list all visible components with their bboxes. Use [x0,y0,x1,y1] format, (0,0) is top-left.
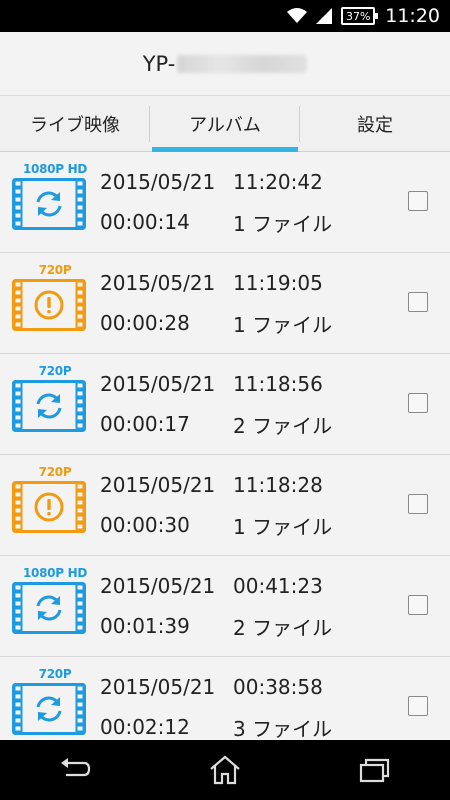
resolution-badge: 720P [38,465,72,479]
tab-live-video[interactable]: ライブ映像 [0,96,150,151]
app-content: YP- ライブ映像 アルバム 設定 1080P HD 2015/05/21 11… [0,32,450,758]
resolution-badge: 720P [38,667,72,681]
video-file-count: 3 ファイル [233,716,333,741]
video-thumbnail: 720P [10,465,100,545]
page-title: YP- [0,32,450,96]
tab-label: 設定 [357,114,393,136]
tab-bar: ライブ映像 アルバム 設定 [0,96,450,152]
video-file-count: 1 ファイル [233,211,333,236]
video-duration: 00:00:28 [100,311,190,335]
recent-apps-button[interactable] [345,745,405,795]
video-thumbnail: 1080P HD [10,162,100,242]
film-icon [12,683,86,735]
film-icon [12,178,86,230]
video-duration: 00:02:12 [100,715,190,739]
battery-icon: 37% [341,7,379,25]
video-list-item[interactable]: 720P 2015/05/21 11:18:28 00:00:30 1 ファイル [0,455,450,556]
home-button[interactable] [195,745,255,795]
video-file-count: 1 ファイル [233,312,333,337]
video-duration: 00:00:17 [100,412,190,436]
video-time: 11:18:56 [233,372,323,396]
video-list-item[interactable]: 1080P HD 2015/05/21 11:20:42 00:00:14 1 … [0,152,450,253]
tab-label: ライブ映像 [30,114,120,136]
navigation-bar [0,740,450,800]
select-checkbox[interactable] [408,494,428,514]
recent-apps-icon [359,758,390,783]
back-icon [61,758,91,777]
film-icon [12,582,86,634]
video-date: 2015/05/21 [100,271,216,295]
video-date: 2015/05/21 [100,473,216,497]
video-info: 2015/05/21 11:18:28 00:00:30 1 ファイル [100,465,393,545]
back-button[interactable] [45,745,105,795]
battery-level: 37% [346,9,371,23]
select-checkbox[interactable] [408,292,428,312]
video-thumbnail: 720P [10,667,100,747]
video-time: 11:20:42 [233,170,323,194]
video-date: 2015/05/21 [100,170,216,194]
video-info: 2015/05/21 11:18:56 00:00:17 2 ファイル [100,364,393,444]
video-info: 2015/05/21 00:38:58 00:02:12 3 ファイル [100,667,393,747]
video-list: 1080P HD 2015/05/21 11:20:42 00:00:14 1 … [0,152,450,758]
video-thumbnail: 720P [10,263,100,343]
resolution-badge: 1080P HD [23,162,87,176]
select-checkbox[interactable] [408,696,428,716]
video-time: 00:38:58 [233,675,323,699]
video-thumbnail: 1080P HD [10,566,100,646]
tab-settings[interactable]: 設定 [300,96,450,151]
video-info: 2015/05/21 11:20:42 00:00:14 1 ファイル [100,162,393,242]
video-file-count: 2 ファイル [233,615,333,640]
film-icon [12,481,86,533]
resolution-badge: 720P [38,364,72,378]
wifi-icon [287,8,308,24]
film-icon [12,279,86,331]
video-info: 2015/05/21 11:19:05 00:00:28 1 ファイル [100,263,393,343]
video-time: 11:19:05 [233,271,323,295]
tab-label: アルバム [189,114,261,136]
video-duration: 00:00:30 [100,513,190,537]
video-file-count: 2 ファイル [233,413,333,438]
video-list-item[interactable]: 1080P HD 2015/05/21 00:41:23 00:01:39 2 … [0,556,450,657]
signal-icon [315,7,333,25]
video-list-item[interactable]: 720P 2015/05/21 11:19:05 00:00:28 1 ファイル [0,253,450,354]
video-date: 2015/05/21 [100,574,216,598]
video-list-item[interactable]: 720P 2015/05/21 11:18:56 00:00:17 2 ファイル [0,354,450,455]
video-date: 2015/05/21 [100,675,216,699]
resolution-badge: 1080P HD [23,566,87,580]
video-duration: 00:01:39 [100,614,190,638]
video-info: 2015/05/21 00:41:23 00:01:39 2 ファイル [100,566,393,646]
video-file-count: 1 ファイル [233,514,333,539]
select-checkbox[interactable] [408,595,428,615]
video-time: 00:41:23 [233,574,323,598]
select-checkbox[interactable] [408,393,428,413]
status-clock: 11:20 [385,5,440,27]
video-time: 11:18:28 [233,473,323,497]
video-date: 2015/05/21 [100,372,216,396]
status-bar: 37% 11:20 [0,0,450,32]
device-name-redacted [177,54,308,73]
film-icon [12,380,86,432]
video-duration: 00:00:14 [100,210,190,234]
home-icon [210,755,240,785]
tab-album[interactable]: アルバム [150,96,300,152]
resolution-badge: 720P [38,263,72,277]
device-name: YP- [142,51,176,76]
video-thumbnail: 720P [10,364,100,444]
select-checkbox[interactable] [408,191,428,211]
